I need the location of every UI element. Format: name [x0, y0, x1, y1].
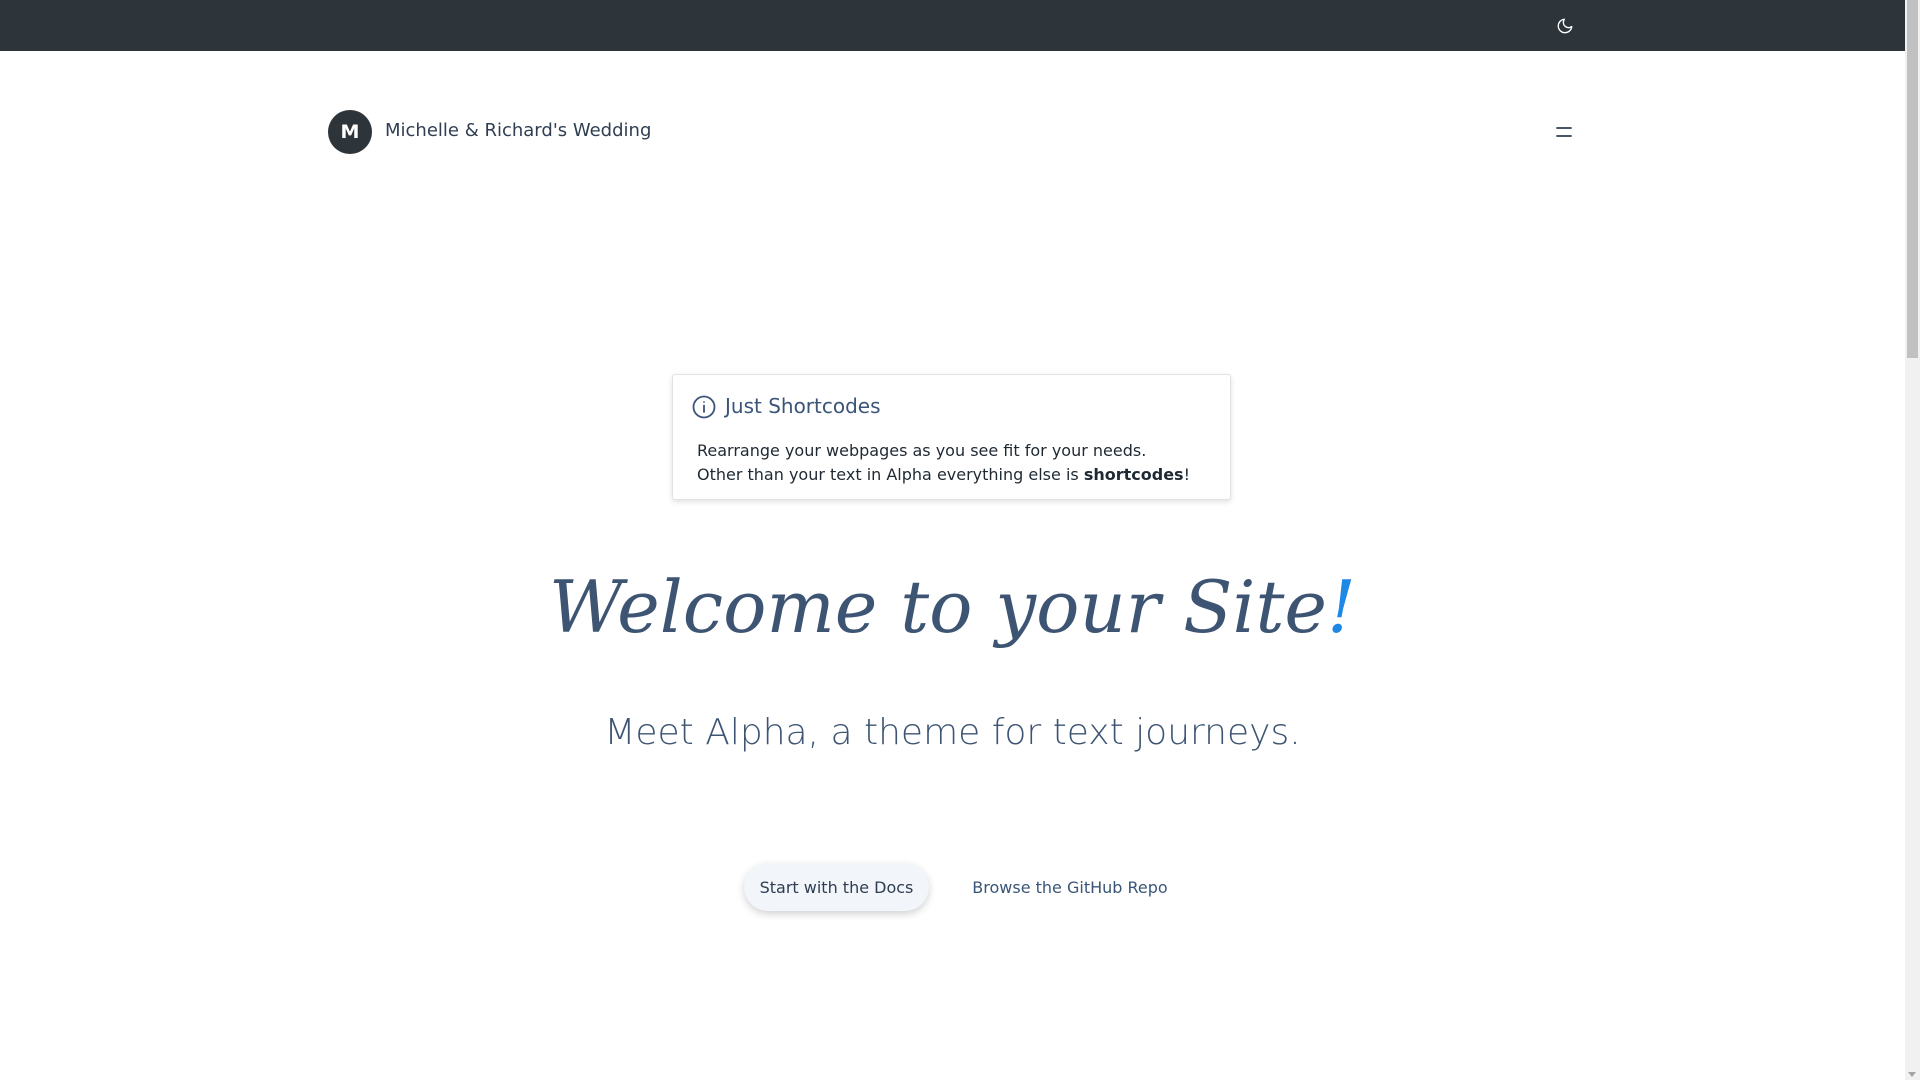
info-callout: Just Shortcodes Rearrange your webpages …: [672, 374, 1231, 500]
callout-line-2-suffix: !: [1183, 465, 1190, 484]
theme-toggle-button[interactable]: [1553, 14, 1577, 38]
callout-line-1: Rearrange your webpages as you see fit f…: [697, 441, 1147, 460]
menu-icon: [1556, 127, 1572, 137]
top-bar: [0, 0, 1905, 51]
scroll-down-arrow-icon[interactable]: [1908, 1072, 1916, 1077]
site-logo[interactable]: M: [328, 110, 372, 154]
callout-title: Just Shortcodes: [725, 394, 881, 418]
site-header: M Michelle & Richard's Wedding: [328, 110, 1578, 154]
hero-title-punctuation: !: [1327, 565, 1356, 649]
github-repo-link[interactable]: Browse the GitHub Repo: [970, 863, 1170, 911]
hero-title: Welcome to your Site!: [0, 565, 1905, 649]
site-title-link[interactable]: Michelle & Richard's Wedding: [385, 120, 651, 141]
callout-line-2-prefix: Other than your text in Alpha everything…: [697, 465, 1084, 484]
info-icon: [692, 395, 716, 419]
hero-subtitle: Meet Alpha, a theme for text journeys.: [604, 712, 1301, 753]
moon-icon: [1557, 18, 1573, 34]
hero-title-text: Welcome to your Site: [549, 565, 1328, 649]
callout-line-2: Other than your text in Alpha everything…: [697, 463, 1190, 487]
scrollbar-thumb[interactable]: [1907, 0, 1918, 358]
menu-toggle-button[interactable]: [1553, 121, 1575, 143]
page: M Michelle & Richard's Wedding Just Shor…: [0, 0, 1905, 1080]
callout-line-2-bold: shortcodes: [1083, 465, 1184, 484]
start-docs-button[interactable]: Start with the Docs: [744, 863, 929, 911]
logo-letter: M: [340, 121, 360, 143]
vertical-scrollbar[interactable]: [1905, 0, 1920, 1080]
callout-body: Rearrange your webpages as you see fit f…: [697, 439, 1190, 487]
